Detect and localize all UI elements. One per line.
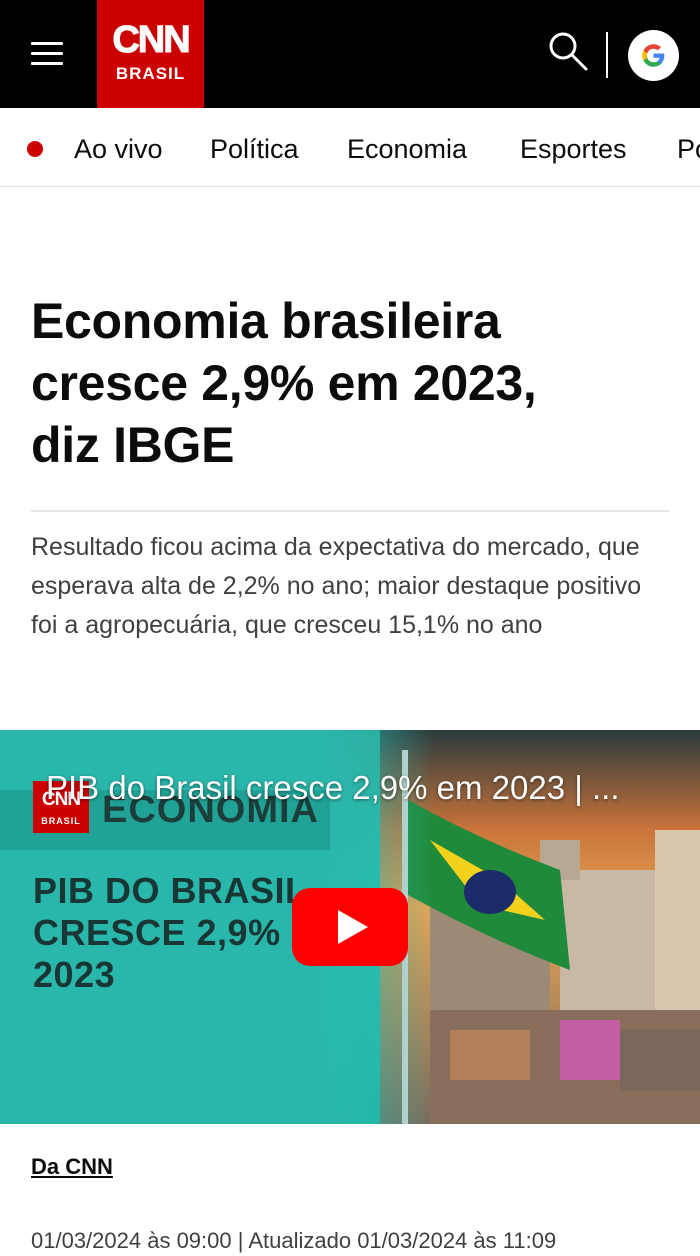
google-icon — [642, 44, 665, 67]
live-dot-icon — [27, 141, 43, 157]
nav-item-truncated[interactable]: Po — [677, 133, 700, 165]
top-header: CNN BRASIL — [0, 0, 700, 108]
google-sign-in-button[interactable] — [628, 30, 679, 81]
play-icon — [292, 888, 408, 966]
video-player[interactable]: CNN BRASIL ECONOMIA PIB DO BRASIL CRESCE… — [0, 730, 700, 1124]
article-headline: Economia brasileira cresce 2,9% em 2023,… — [31, 290, 651, 476]
headline-divider — [31, 510, 669, 512]
logo-brasil-text: BRASIL — [115, 64, 186, 83]
headline-line: diz IBGE — [31, 417, 235, 473]
header-divider — [606, 32, 608, 78]
nav-item-politica[interactable]: Política — [210, 133, 299, 165]
video-title[interactable]: PIB do Brasil cresce 2,9% em 2023 | ... — [46, 767, 686, 809]
headline-line: cresce 2,9% em 2023, — [31, 355, 537, 411]
headline-line: Economia brasileira — [31, 293, 501, 349]
section-nav: Ao vivo Política Economia Esportes Po — [0, 108, 700, 187]
nav-item-economia[interactable]: Economia — [347, 133, 467, 165]
video-headline-line: CRESCE 2,9% E — [33, 912, 316, 953]
article-byline-link[interactable]: Da CNN — [31, 1152, 113, 1182]
play-button[interactable] — [292, 888, 408, 966]
cnn-brasil-logo[interactable]: CNN BRASIL — [97, 0, 204, 108]
nav-item-esportes[interactable]: Esportes — [520, 133, 627, 165]
video-headline-line: PIB DO BRASIL — [33, 870, 308, 911]
video-logo-brasil-text: BRASIL — [41, 816, 81, 826]
search-icon[interactable] — [546, 30, 590, 74]
video-headline-line: 2023 — [33, 954, 116, 995]
menu-icon[interactable] — [31, 42, 63, 66]
nav-item-ao-vivo[interactable]: Ao vivo — [74, 133, 163, 165]
article-dateline: 01/03/2024 às 09:00 | Atualizado 01/03/2… — [31, 1228, 557, 1253]
article-subtitle: Resultado ficou acima da expectativa do … — [31, 533, 642, 639]
logo-cnn-text: CNN — [112, 19, 191, 61]
